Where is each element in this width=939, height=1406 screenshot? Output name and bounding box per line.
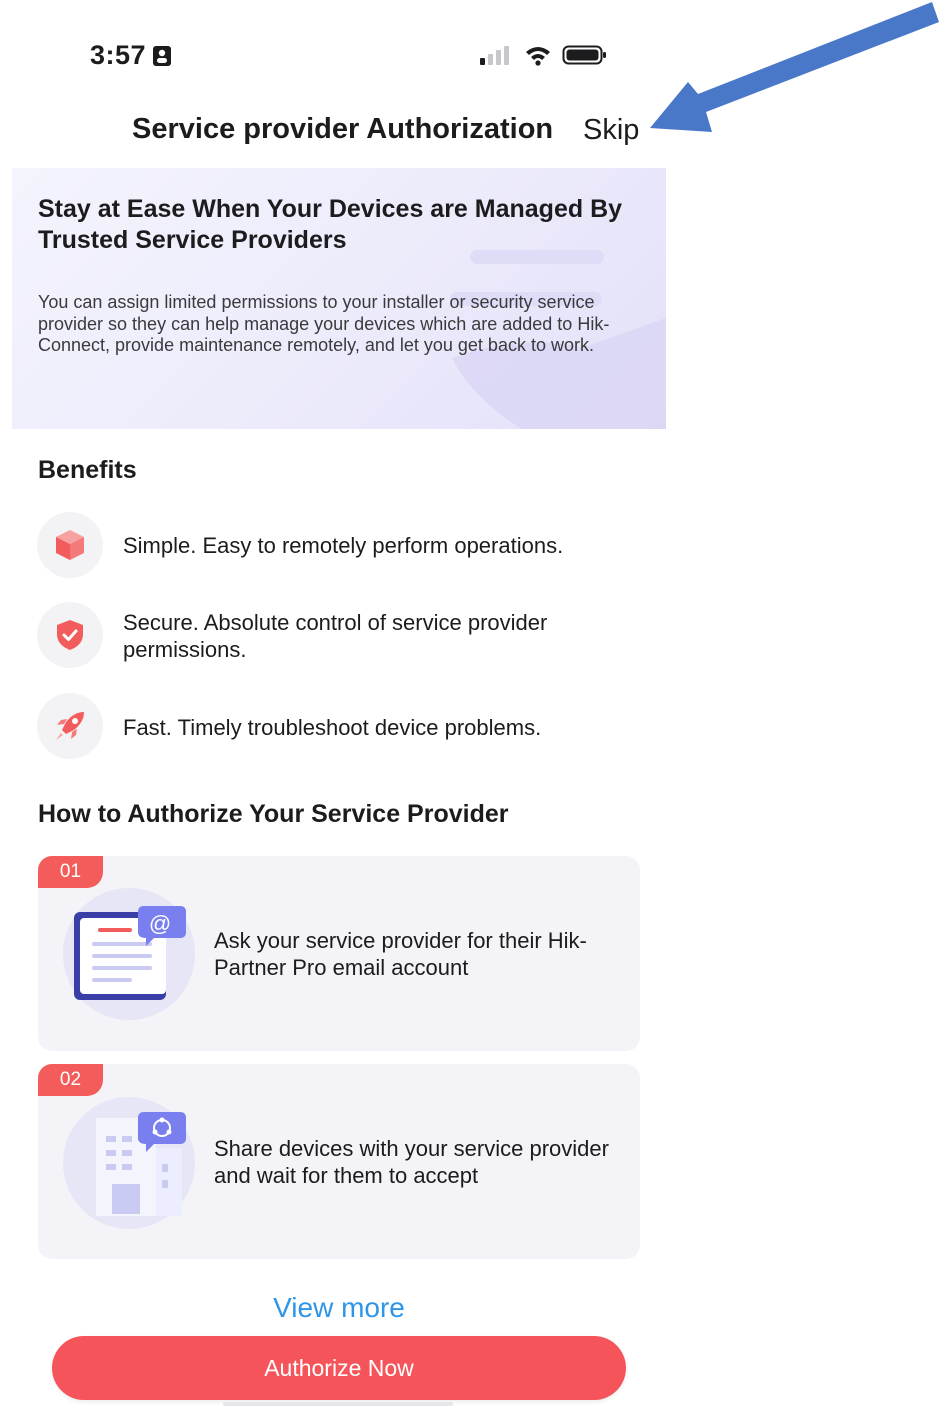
benefits-title: Benefits [38,456,137,484]
cube-icon [56,530,84,560]
wifi-icon [526,47,550,66]
status-time: 3:57 [90,40,172,71]
benefit-icon-wrap [37,693,103,759]
page-title: Service provider Authorization [132,113,554,145]
step-text: Ask your service provider for their Hik-… [214,928,587,980]
rocket-icon [56,712,84,740]
contact-card-icon [153,45,172,66]
benefit-text: Secure. Absolute control of service prov… [123,610,548,662]
cellular-signal-icon [480,46,509,65]
hero-title: Stay at Ease When Your Devices are Manag… [38,195,623,254]
skip-button[interactable]: Skip [583,114,639,147]
battery-icon [562,45,606,65]
benefit-icon-wrap [37,512,103,578]
home-indicator [223,1402,453,1406]
building-share-icon [96,1112,186,1216]
step-number-badge: 01 [38,856,103,888]
annotation-arrow-icon [650,2,939,132]
svg-text:@: @ [149,911,171,936]
authorize-now-button[interactable]: Authorize Now [52,1336,626,1400]
shield-check-icon [57,620,83,650]
status-icons [478,44,608,66]
benefit-text: Fast. Timely troubleshoot device problem… [123,715,542,740]
step-number-badge: 02 [38,1064,103,1096]
steps-title: How to Authorize Your Service Provider [38,800,509,828]
benefit-icon-wrap [37,602,103,668]
status-time-text: 3:57 [90,40,147,70]
hero-banner: Stay at Ease When Your Devices are Manag… [12,168,666,429]
hero-description: You can assign limited permissions to yo… [38,292,610,355]
benefit-text: Simple. Easy to remotely perform operati… [123,533,564,558]
view-more-link[interactable]: View more [0,1292,678,1324]
email-document-icon: @ [74,906,186,1000]
step-text: Share devices with your service provider… [214,1136,609,1188]
